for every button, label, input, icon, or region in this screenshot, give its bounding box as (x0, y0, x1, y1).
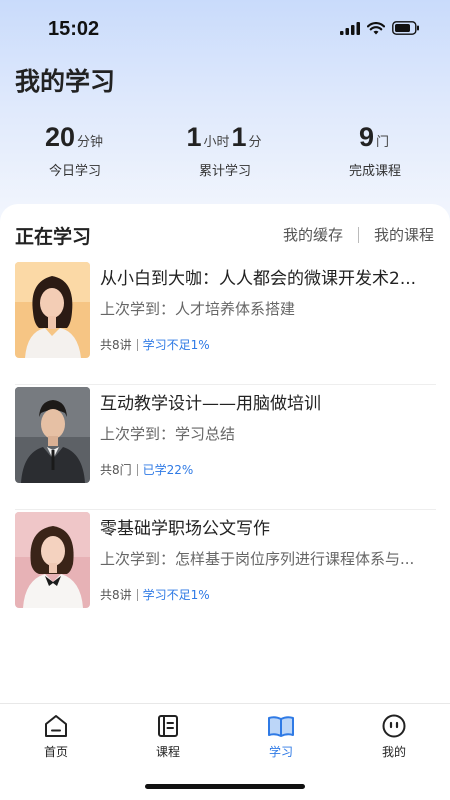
course-icon (158, 715, 178, 737)
home-icon (45, 715, 67, 737)
meta-divider (136, 463, 138, 476)
stats-row: 20 分钟 今日学习 1 小时 1 分 累计学习 9 门 完成课程 (0, 122, 450, 179)
course-meta: 共8讲 学习不足1% (100, 586, 210, 603)
course-thumbnail (15, 387, 90, 483)
course-title: 从小白到大咖：人人都会的微课开发术2... (100, 269, 417, 289)
status-time: 15:02 (48, 18, 100, 40)
wifi-icon (367, 21, 385, 34)
tab-mine[interactable]: 我的 (364, 712, 424, 760)
stat-number: 1 (231, 122, 247, 152)
stat-value: 9 门 (300, 122, 450, 156)
tab-label: 学习 (268, 745, 293, 759)
stat-label: 累计学习 (198, 164, 251, 179)
my-cache-link[interactable]: 我的缓存 (283, 224, 343, 245)
course-last-lesson: 上次学到：学习总结 (100, 425, 236, 443)
section-title: 正在学习 (15, 226, 92, 248)
lesson-count: 共8门 (100, 463, 132, 477)
course-progress: 已学22% (142, 463, 194, 477)
tab-label: 我的 (381, 745, 406, 759)
tab-study[interactable]: 学习 (251, 712, 311, 760)
battery-icon (392, 21, 419, 35)
course-list: 从小白到大咖：人人都会的微课开发术2... 上次学到：人才培养体系搭建 共8讲 … (15, 260, 436, 635)
instructor-photo (15, 512, 90, 608)
link-divider (357, 226, 359, 243)
course-meta: 共8讲 学习不足1% (100, 336, 210, 353)
course-item[interactable]: 从小白到大咖：人人都会的微课开发术2... 上次学到：人才培养体系搭建 共8讲 … (15, 260, 436, 385)
course-title: 互动教学设计——用脑做培训 (100, 394, 321, 414)
stat-unit: 小时 (203, 135, 230, 150)
book-open-icon (268, 716, 294, 737)
status-icons (340, 21, 420, 35)
stat-number: 20 (44, 122, 76, 152)
stat-number: 9 (358, 122, 374, 152)
status-bar: 15:02 (0, 0, 450, 58)
stat-label: 今日学习 (48, 164, 101, 179)
course-thumbnail (15, 512, 90, 608)
stat-value: 20 分钟 (0, 122, 150, 156)
course-item[interactable]: 互动教学设计——用脑做培训 上次学到：学习总结 共8门 已学22% (15, 385, 436, 510)
stat-value: 1 小时 1 分 (150, 122, 300, 156)
stat-completed[interactable]: 9 门 完成课程 (300, 122, 450, 179)
stat-unit: 分钟 (77, 135, 104, 150)
tab-courses[interactable]: 课程 (138, 712, 198, 760)
course-title: 零基础学职场公文写作 (100, 519, 270, 539)
stat-today[interactable]: 20 分钟 今日学习 (0, 122, 150, 179)
stat-unit: 分 (248, 135, 262, 150)
instructor-photo (15, 387, 90, 483)
course-item[interactable]: 零基础学职场公文写作 上次学到：怎样基于岗位序列进行课程体系与... 共8讲 学… (15, 510, 436, 635)
profile-face-icon (382, 714, 406, 738)
tab-home[interactable]: 首页 (26, 712, 86, 760)
lesson-count: 共8讲 (100, 588, 132, 602)
page-title: 我的学习 (15, 67, 116, 96)
my-courses-link[interactable]: 我的课程 (374, 224, 434, 245)
stat-total[interactable]: 1 小时 1 分 累计学习 (150, 122, 300, 179)
stat-number: 1 (186, 122, 202, 152)
section-links: 我的缓存 我的课程 (283, 224, 434, 245)
course-progress: 学习不足1% (142, 338, 210, 352)
lesson-count: 共8讲 (100, 338, 132, 352)
section-header: 正在学习 我的缓存 我的课程 (15, 222, 434, 248)
tab-label: 首页 (43, 745, 68, 759)
course-meta: 共8门 已学22% (100, 461, 193, 478)
meta-divider (136, 338, 138, 351)
signal-icon (340, 21, 360, 35)
learning-card: 正在学习 我的缓存 我的课程 从小白到大咖：人人都会的微课开发术2... 上次学… (0, 204, 450, 704)
tab-label: 课程 (155, 745, 180, 759)
instructor-photo (15, 262, 90, 358)
stat-unit: 门 (376, 135, 390, 150)
course-thumbnail (15, 262, 90, 358)
course-last-lesson: 上次学到：人才培养体系搭建 (100, 300, 296, 318)
home-indicator (145, 784, 305, 789)
stat-label: 完成课程 (348, 164, 401, 179)
course-progress: 学习不足1% (142, 588, 210, 602)
meta-divider (136, 588, 138, 601)
course-last-lesson: 上次学到：怎样基于岗位序列进行课程体系与... (100, 550, 415, 568)
